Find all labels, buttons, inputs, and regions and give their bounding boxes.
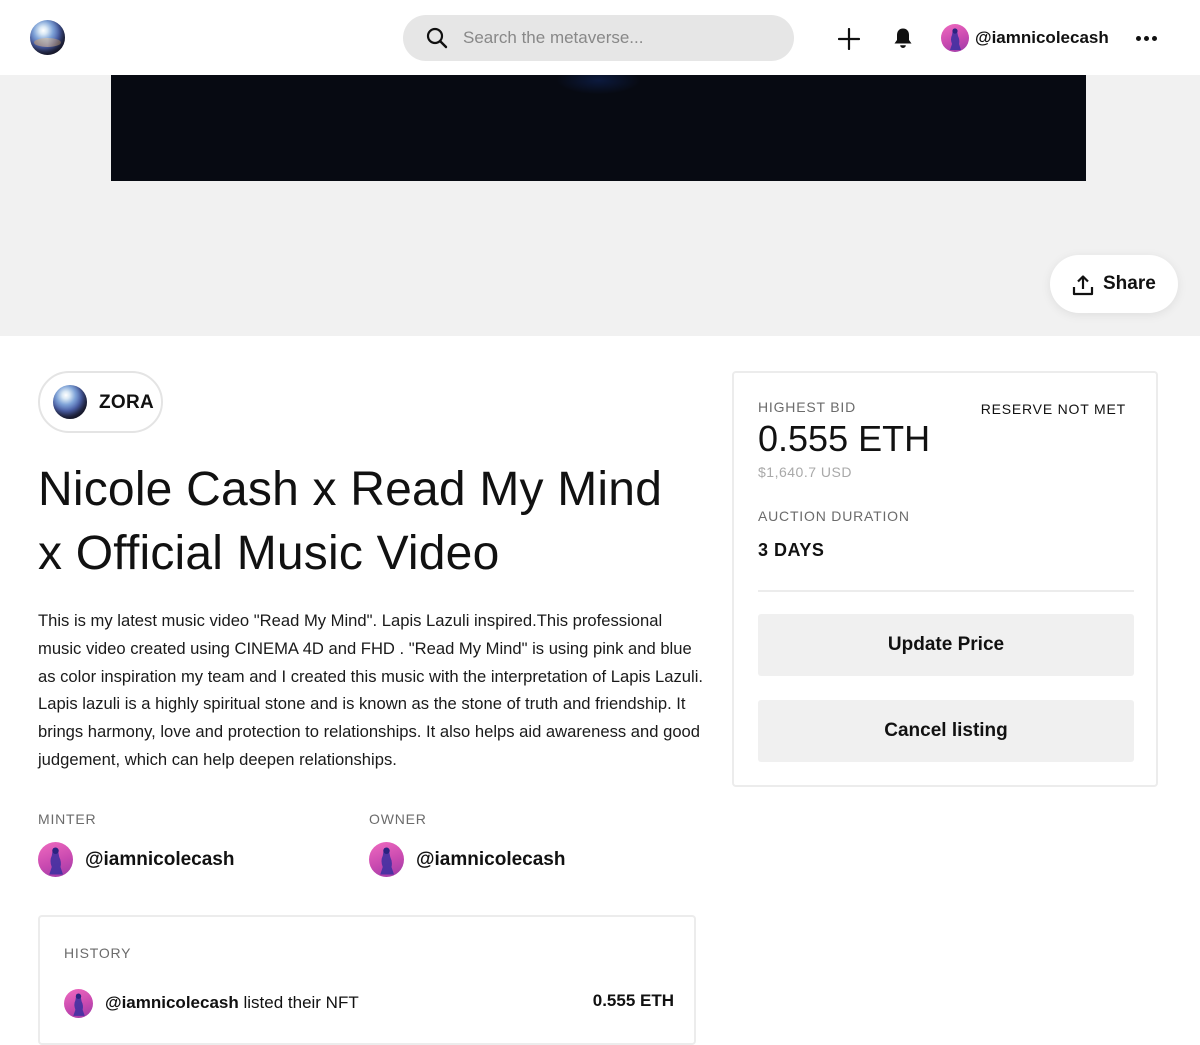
- history-handle[interactable]: @iamnicolecash: [105, 993, 239, 1012]
- history-card: HISTORY @iamnicolecash listed their NFT …: [38, 915, 696, 1045]
- history-text: @iamnicolecash listed their NFT: [105, 993, 359, 1013]
- share-button[interactable]: Share: [1050, 255, 1178, 313]
- avatar[interactable]: [64, 989, 93, 1018]
- minter-handle: @iamnicolecash: [85, 848, 235, 870]
- history-entry: @iamnicolecash listed their NFT 0.555 ET…: [64, 989, 674, 1029]
- bell-icon: [894, 28, 912, 48]
- search-icon: [426, 27, 448, 49]
- ellipsis-icon: [1134, 35, 1158, 41]
- zora-logo-icon[interactable]: [30, 20, 65, 55]
- auction-panel: HIGHEST BID RESERVE NOT MET 0.555 ETH $1…: [732, 371, 1158, 787]
- video-player[interactable]: [111, 75, 1086, 181]
- user-handle: @iamnicolecash: [975, 28, 1109, 47]
- zora-logo-icon: [53, 385, 87, 419]
- avatar: [369, 842, 404, 877]
- upload-icon: [1072, 275, 1094, 296]
- auction-duration-value: 3 DAYS: [758, 540, 825, 560]
- media-area: Share: [0, 75, 1200, 336]
- owner-user[interactable]: @iamnicolecash: [369, 842, 565, 877]
- highest-bid-value: 0.555 ETH: [758, 418, 931, 459]
- owner-label: OWNER: [369, 811, 427, 827]
- divider: [758, 590, 1134, 592]
- nft-description: This is my latest music video "Read My M…: [38, 611, 703, 769]
- plus-icon: [838, 28, 860, 50]
- history-label: HISTORY: [64, 945, 132, 961]
- user-menu[interactable]: @iamnicolecash: [941, 24, 1109, 52]
- reserve-status: RESERVE NOT MET: [980, 401, 1126, 417]
- owner-handle: @iamnicolecash: [416, 848, 566, 870]
- update-price-button[interactable]: Update Price: [758, 614, 1134, 676]
- history-amount: 0.555 ETH: [592, 991, 674, 1010]
- notifications-button[interactable]: [891, 26, 915, 50]
- search-input[interactable]: [463, 26, 773, 50]
- top-nav: @iamnicolecash: [0, 0, 1200, 75]
- auction-duration-label: AUCTION DURATION: [758, 508, 910, 524]
- share-label: Share: [1103, 273, 1156, 294]
- create-button[interactable]: [836, 26, 862, 52]
- highest-bid-label: HIGHEST BID: [758, 399, 857, 415]
- cancel-listing-button[interactable]: Cancel listing: [758, 700, 1134, 762]
- highest-bid-usd: $1,640.7 USD: [758, 464, 852, 480]
- platform-label: ZORA: [99, 392, 155, 413]
- minter-user[interactable]: @iamnicolecash: [38, 842, 234, 877]
- nft-title: Nicole Cash x Read My Mind x Official Mu…: [38, 463, 663, 580]
- history-action: listed their NFT: [243, 993, 359, 1012]
- search-bar[interactable]: [403, 15, 794, 61]
- platform-badge[interactable]: ZORA: [38, 371, 163, 433]
- avatar: [941, 24, 969, 52]
- more-options-button[interactable]: [1134, 31, 1158, 45]
- minter-label: MINTER: [38, 811, 97, 827]
- avatar: [38, 842, 73, 877]
